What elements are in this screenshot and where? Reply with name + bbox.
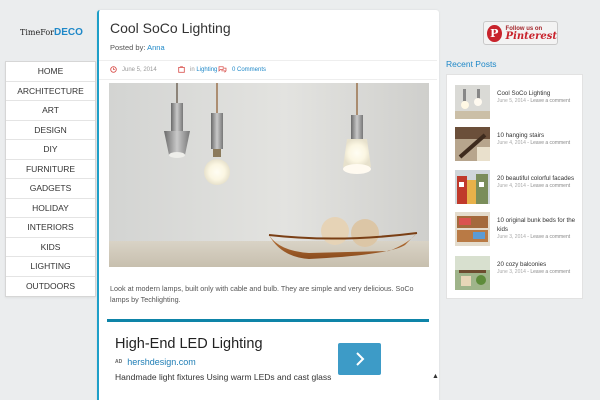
nav-item-outdoors[interactable]: OUTDOORS: [6, 277, 95, 297]
posted-by: Posted by: Anna: [110, 43, 165, 52]
recent-post-thumbnail[interactable]: [455, 256, 490, 290]
pinterest-brand-text: Pinterest: [505, 31, 557, 42]
pinterest-follow-button[interactable]: P Follow us on Pinterest: [483, 21, 558, 45]
recent-post-title[interactable]: 10 hanging stairs: [497, 131, 582, 140]
recent-post-comment-link[interactable]: Leave a comment: [530, 234, 570, 240]
author-link[interactable]: Anna: [147, 43, 165, 52]
ad-text: Handmade light fixtures Using warm LEDs …: [115, 372, 332, 382]
pinterest-icon: P: [487, 24, 502, 42]
ad-url[interactable]: hershdesign.com: [127, 357, 196, 367]
recent-post-title[interactable]: 20 beautiful colorful facades: [497, 174, 582, 183]
ad-url-row: AD hershdesign.com: [115, 357, 196, 367]
post-title[interactable]: Cool SoCo Lighting: [110, 20, 231, 36]
recent-post-date: June 3, 2014: [497, 269, 526, 275]
ad-title[interactable]: High-End LED Lighting: [115, 336, 263, 352]
posted-by-label: Posted by:: [110, 43, 146, 52]
nav-item-design[interactable]: DESIGN: [6, 121, 95, 140]
logo-text: TimeFor: [20, 28, 54, 37]
recent-post-title[interactable]: Cool SoCo Lighting: [497, 89, 582, 98]
nav-item-lighting[interactable]: LIGHTING: [6, 257, 95, 277]
post-category: in Lighting: [178, 66, 217, 73]
recent-posts-heading: Recent Posts: [446, 59, 497, 69]
nav-item-furniture[interactable]: FURNITURE: [6, 160, 95, 179]
post-date-text: June 5, 2014: [122, 66, 157, 73]
recent-post-comment-link[interactable]: Leave a comment: [530, 140, 570, 146]
recent-post-item[interactable]: 10 hanging stairs June 4, 2014 - Leave a…: [455, 127, 580, 162]
nav-item-interiors[interactable]: INTERIORS: [6, 218, 95, 238]
post-date: June 5, 2014: [110, 66, 157, 73]
recent-post-item[interactable]: 10 original bunk beds for the kids June …: [455, 212, 580, 247]
recent-posts-list: Cool SoCo Lighting June 5, 2014 - Leave …: [446, 74, 583, 299]
recent-post-date: June 5, 2014: [497, 98, 526, 104]
recent-post-meta: June 4, 2014 - Leave a comment: [497, 183, 570, 189]
nav-item-gadgets[interactable]: GADGETS: [6, 179, 95, 199]
recent-post-date: June 4, 2014: [497, 140, 526, 146]
comments-icon: [218, 66, 227, 73]
recent-post-meta: June 5, 2014 - Leave a comment: [497, 98, 570, 104]
recent-post-meta: June 4, 2014 - Leave a comment: [497, 140, 570, 146]
recent-post-thumbnail[interactable]: [455, 85, 490, 119]
category-link[interactable]: Lighting: [196, 67, 217, 73]
chevron-right-icon: [355, 352, 364, 366]
recent-post-comment-link[interactable]: Leave a comment: [530, 269, 570, 275]
site-logo[interactable]: TimeForDECO: [20, 27, 84, 38]
post-comments: 0 Comments: [218, 66, 266, 73]
scroll-up-icon[interactable]: ▲: [432, 373, 439, 380]
ad-open-button[interactable]: [338, 343, 381, 375]
comments-link[interactable]: 0 Comments: [232, 67, 266, 73]
recent-post-meta: June 3, 2014 - Leave a comment: [497, 234, 570, 240]
recent-post-comment-link[interactable]: Leave a comment: [530, 98, 570, 104]
category-nav: HOME ARCHITECTURE ART DESIGN DIY FURNITU…: [5, 61, 96, 297]
logo-text-accent: DECO: [53, 27, 83, 38]
recent-post-item[interactable]: 20 cozy balconies June 3, 2014 - Leave a…: [455, 256, 580, 291]
recent-post-title[interactable]: 20 cozy balconies: [497, 260, 582, 269]
post-hero-image[interactable]: [109, 83, 429, 267]
nav-item-art[interactable]: ART: [6, 101, 95, 121]
ad-badge: AD: [115, 359, 123, 365]
recent-post-date: June 4, 2014: [497, 183, 526, 189]
recent-post-meta: June 3, 2014 - Leave a comment: [497, 269, 570, 275]
recent-post-item[interactable]: 20 beautiful colorful facades June 4, 20…: [455, 170, 580, 205]
recent-post-thumbnail[interactable]: [455, 212, 490, 246]
recent-post-comment-link[interactable]: Leave a comment: [530, 183, 570, 189]
post-excerpt: Look at modern lamps, built only with ca…: [110, 284, 414, 304]
folder-icon: [178, 66, 185, 73]
recent-post-thumbnail[interactable]: [455, 127, 490, 161]
category-prefix: in: [190, 66, 195, 73]
post-card: Cool SoCo Lighting Posted by: Anna June …: [97, 10, 439, 400]
nav-item-architecture[interactable]: ARCHITECTURE: [6, 82, 95, 101]
clock-icon: [110, 66, 117, 73]
nav-item-home[interactable]: HOME: [6, 62, 95, 82]
recent-post-date: June 3, 2014: [497, 234, 526, 240]
nav-item-kids[interactable]: KIDS: [6, 238, 95, 257]
nav-item-diy[interactable]: DIY: [6, 140, 95, 160]
recent-post-thumbnail[interactable]: [455, 170, 490, 204]
ad-block[interactable]: High-End LED Lighting AD hershdesign.com…: [107, 319, 429, 400]
recent-post-item[interactable]: Cool SoCo Lighting June 5, 2014 - Leave …: [455, 85, 580, 120]
recent-post-title[interactable]: 10 original bunk beds for the kids: [497, 216, 582, 234]
nav-item-holiday[interactable]: HOLIDAY: [6, 199, 95, 218]
